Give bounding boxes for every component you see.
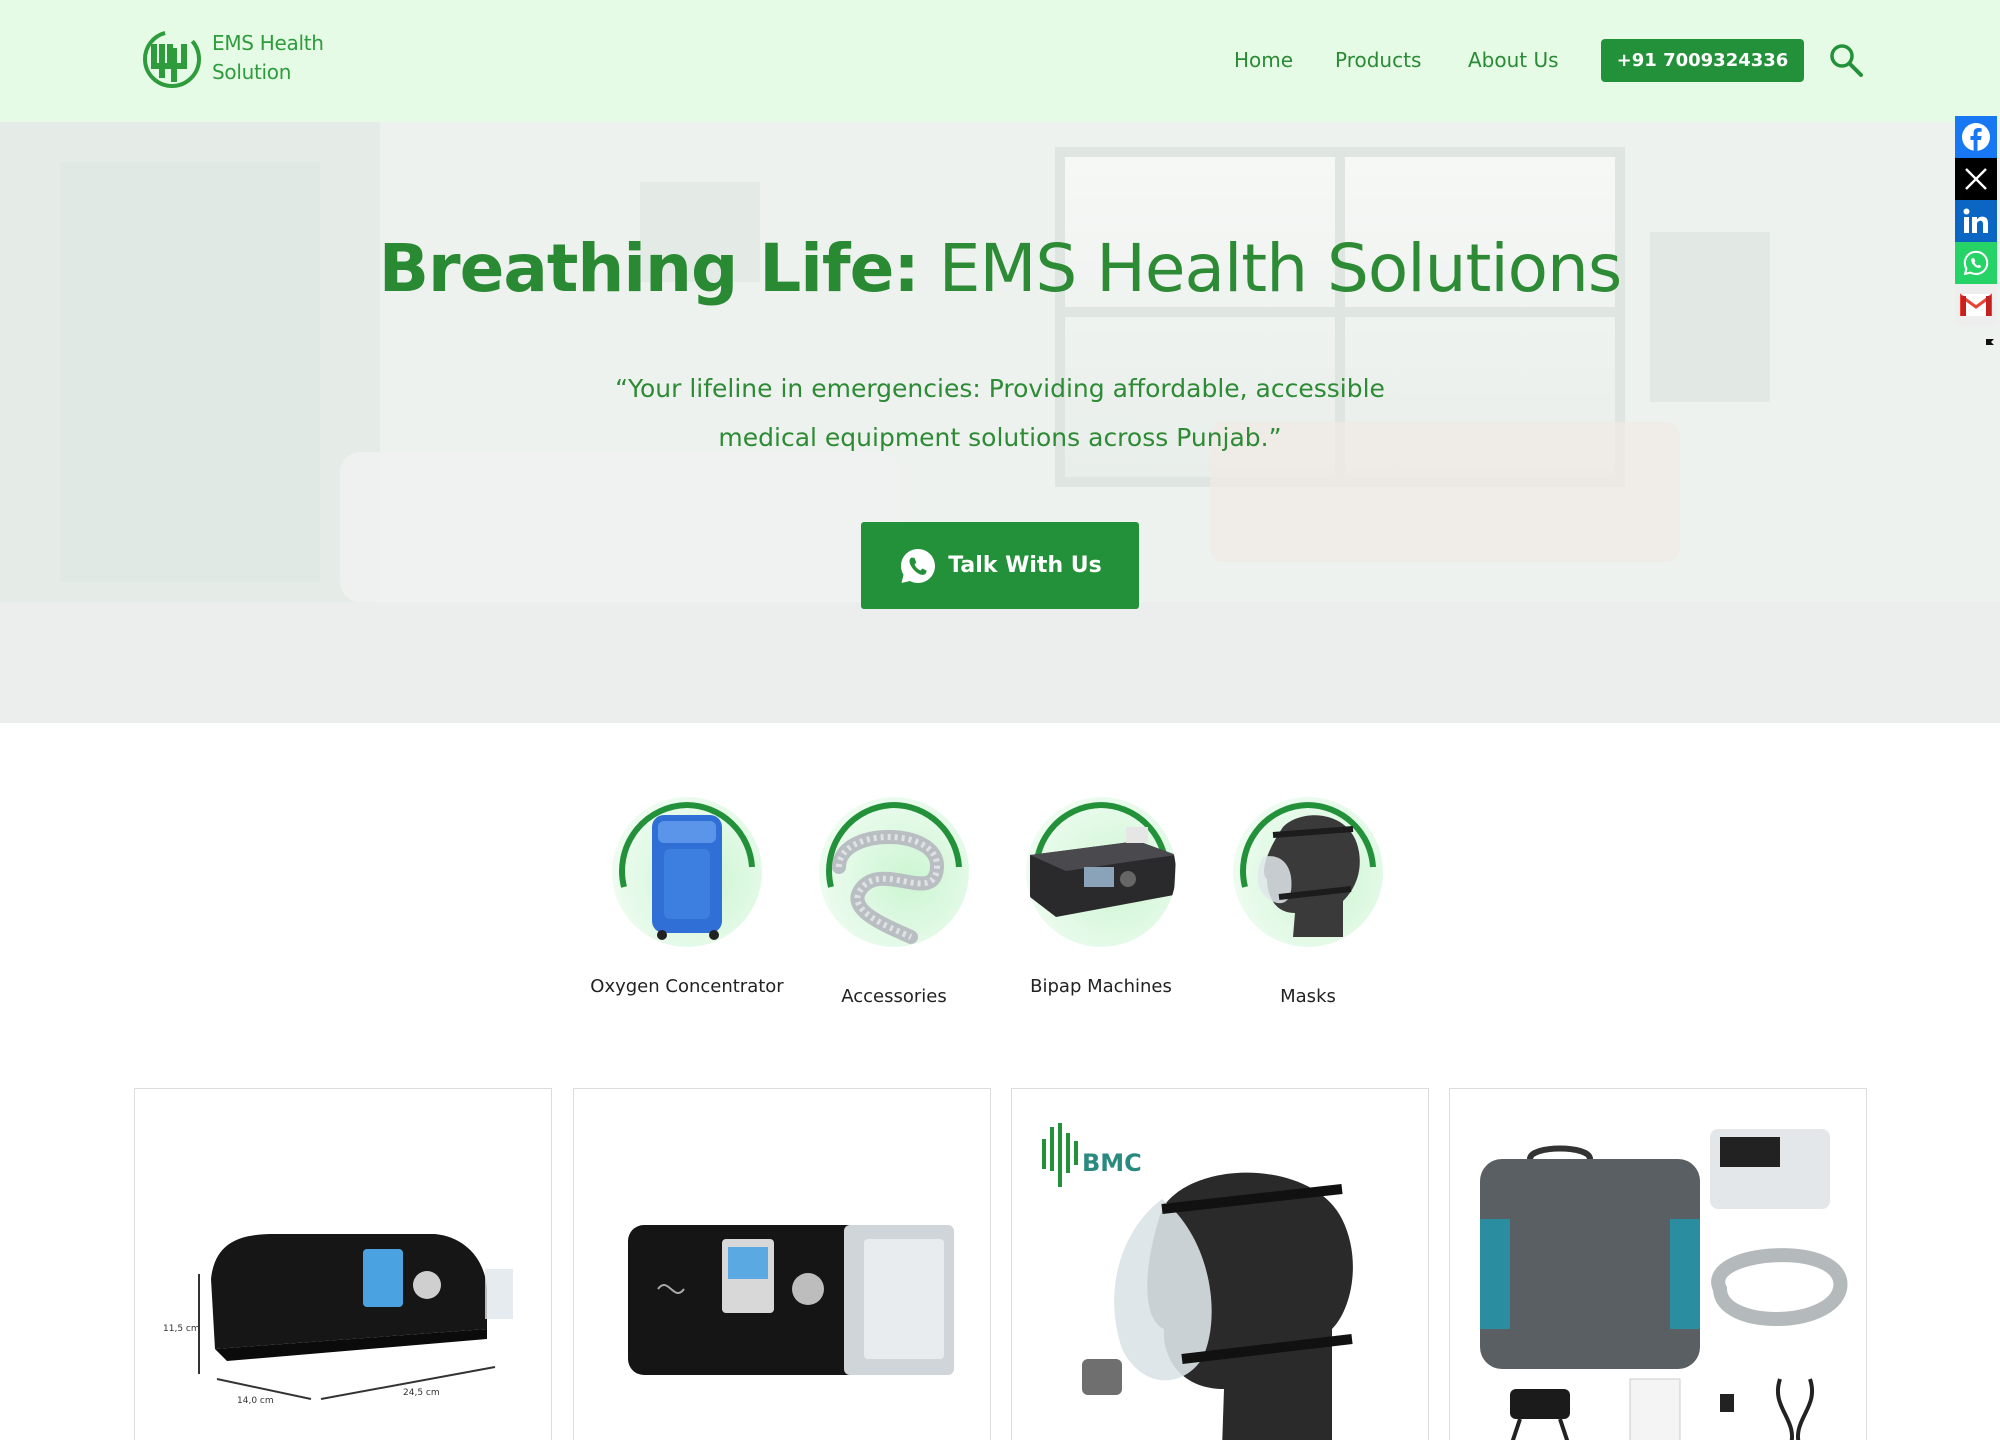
logo-text-line2: Solution — [212, 60, 292, 84]
category-image — [612, 797, 762, 947]
whatsapp-icon — [1963, 250, 1989, 276]
whatsapp-icon — [901, 548, 936, 583]
facebook-share-button[interactable] — [1955, 116, 1997, 158]
category-bipap-machines[interactable]: Bipap Machines — [1026, 797, 1176, 997]
gmail-share-button[interactable] — [1955, 284, 1997, 326]
facebook-icon — [1962, 123, 1990, 151]
category-label: Accessories — [841, 986, 947, 1007]
category-label: Oxygen Concentrator — [590, 976, 784, 997]
hero-title-bold: Breathing Life: — [378, 230, 920, 307]
hero-title-rest: EMS Health Solutions — [918, 230, 1623, 307]
mask-image — [1240, 802, 1376, 937]
category-image — [819, 797, 969, 947]
gmail-icon — [1960, 293, 1992, 316]
linkedin-icon — [1963, 208, 1988, 233]
logo-text-line1: EMS Health — [212, 31, 324, 55]
search-icon[interactable] — [1828, 42, 1864, 78]
category-image — [1026, 797, 1176, 947]
bmc-mask-image: BMC — [1042, 1123, 1353, 1440]
nav-about-us[interactable]: About Us — [1468, 48, 1559, 72]
x-icon — [1965, 168, 1987, 190]
social-share-bar — [1955, 116, 1997, 326]
category-oxygen-concentrator[interactable]: Oxygen Concentrator — [590, 797, 784, 997]
product-card[interactable] — [573, 1088, 991, 1440]
product-card[interactable]: 11,5 cm 14,0 cm 24,5 cm — [134, 1088, 552, 1440]
oxygen-concentrator-image — [619, 802, 755, 940]
cpap-machine-image: 11,5 cm 14,0 cm 24,5 cm — [163, 1234, 513, 1406]
site-logo[interactable]: EMS Health Solution — [140, 26, 324, 90]
x-share-button[interactable] — [1955, 158, 1997, 200]
height-dimension-label: 11,5 cm — [163, 1324, 200, 1334]
category-masks[interactable]: Masks — [1233, 797, 1383, 1007]
category-accessories[interactable]: Accessories — [819, 797, 969, 1007]
product-card[interactable] — [1449, 1088, 1867, 1440]
hero-subtitle: “Your lifeline in emergencies: Providing… — [615, 374, 1385, 452]
nav-products[interactable]: Products — [1335, 48, 1421, 72]
depth-dimension-label: 14,0 cm — [237, 1396, 274, 1406]
bipap-machine-image — [1030, 802, 1176, 917]
logo-icon — [143, 30, 201, 88]
category-image — [1233, 797, 1383, 947]
cpap-kit-image — [1480, 1129, 1848, 1440]
tubing-image — [826, 802, 962, 944]
product-card[interactable]: BMC — [1011, 1088, 1429, 1440]
phone-button[interactable]: +91 7009324336 — [1601, 39, 1804, 82]
bmc-logo-text: BMC — [1082, 1149, 1142, 1177]
talk-with-us-label: Talk With Us — [948, 553, 1102, 578]
hero-title: Breathing Life: EMS Health Solutions — [0, 230, 2000, 307]
site-header: EMS Health Solution Home Products About … — [0, 0, 2000, 122]
linkedin-share-button[interactable] — [1955, 200, 1997, 242]
airsense-machine-image — [628, 1225, 954, 1375]
width-dimension-label: 24,5 cm — [403, 1388, 440, 1398]
whatsapp-share-button[interactable] — [1955, 242, 1997, 284]
nav-home[interactable]: Home — [1234, 48, 1293, 72]
collapse-share-icon[interactable] — [1984, 336, 1996, 348]
hero-section: Breathing Life: EMS Health Solutions “Yo… — [0, 122, 2000, 723]
talk-with-us-button[interactable]: Talk With Us — [861, 522, 1139, 609]
category-label: Masks — [1280, 986, 1336, 1007]
category-label: Bipap Machines — [1030, 976, 1172, 997]
